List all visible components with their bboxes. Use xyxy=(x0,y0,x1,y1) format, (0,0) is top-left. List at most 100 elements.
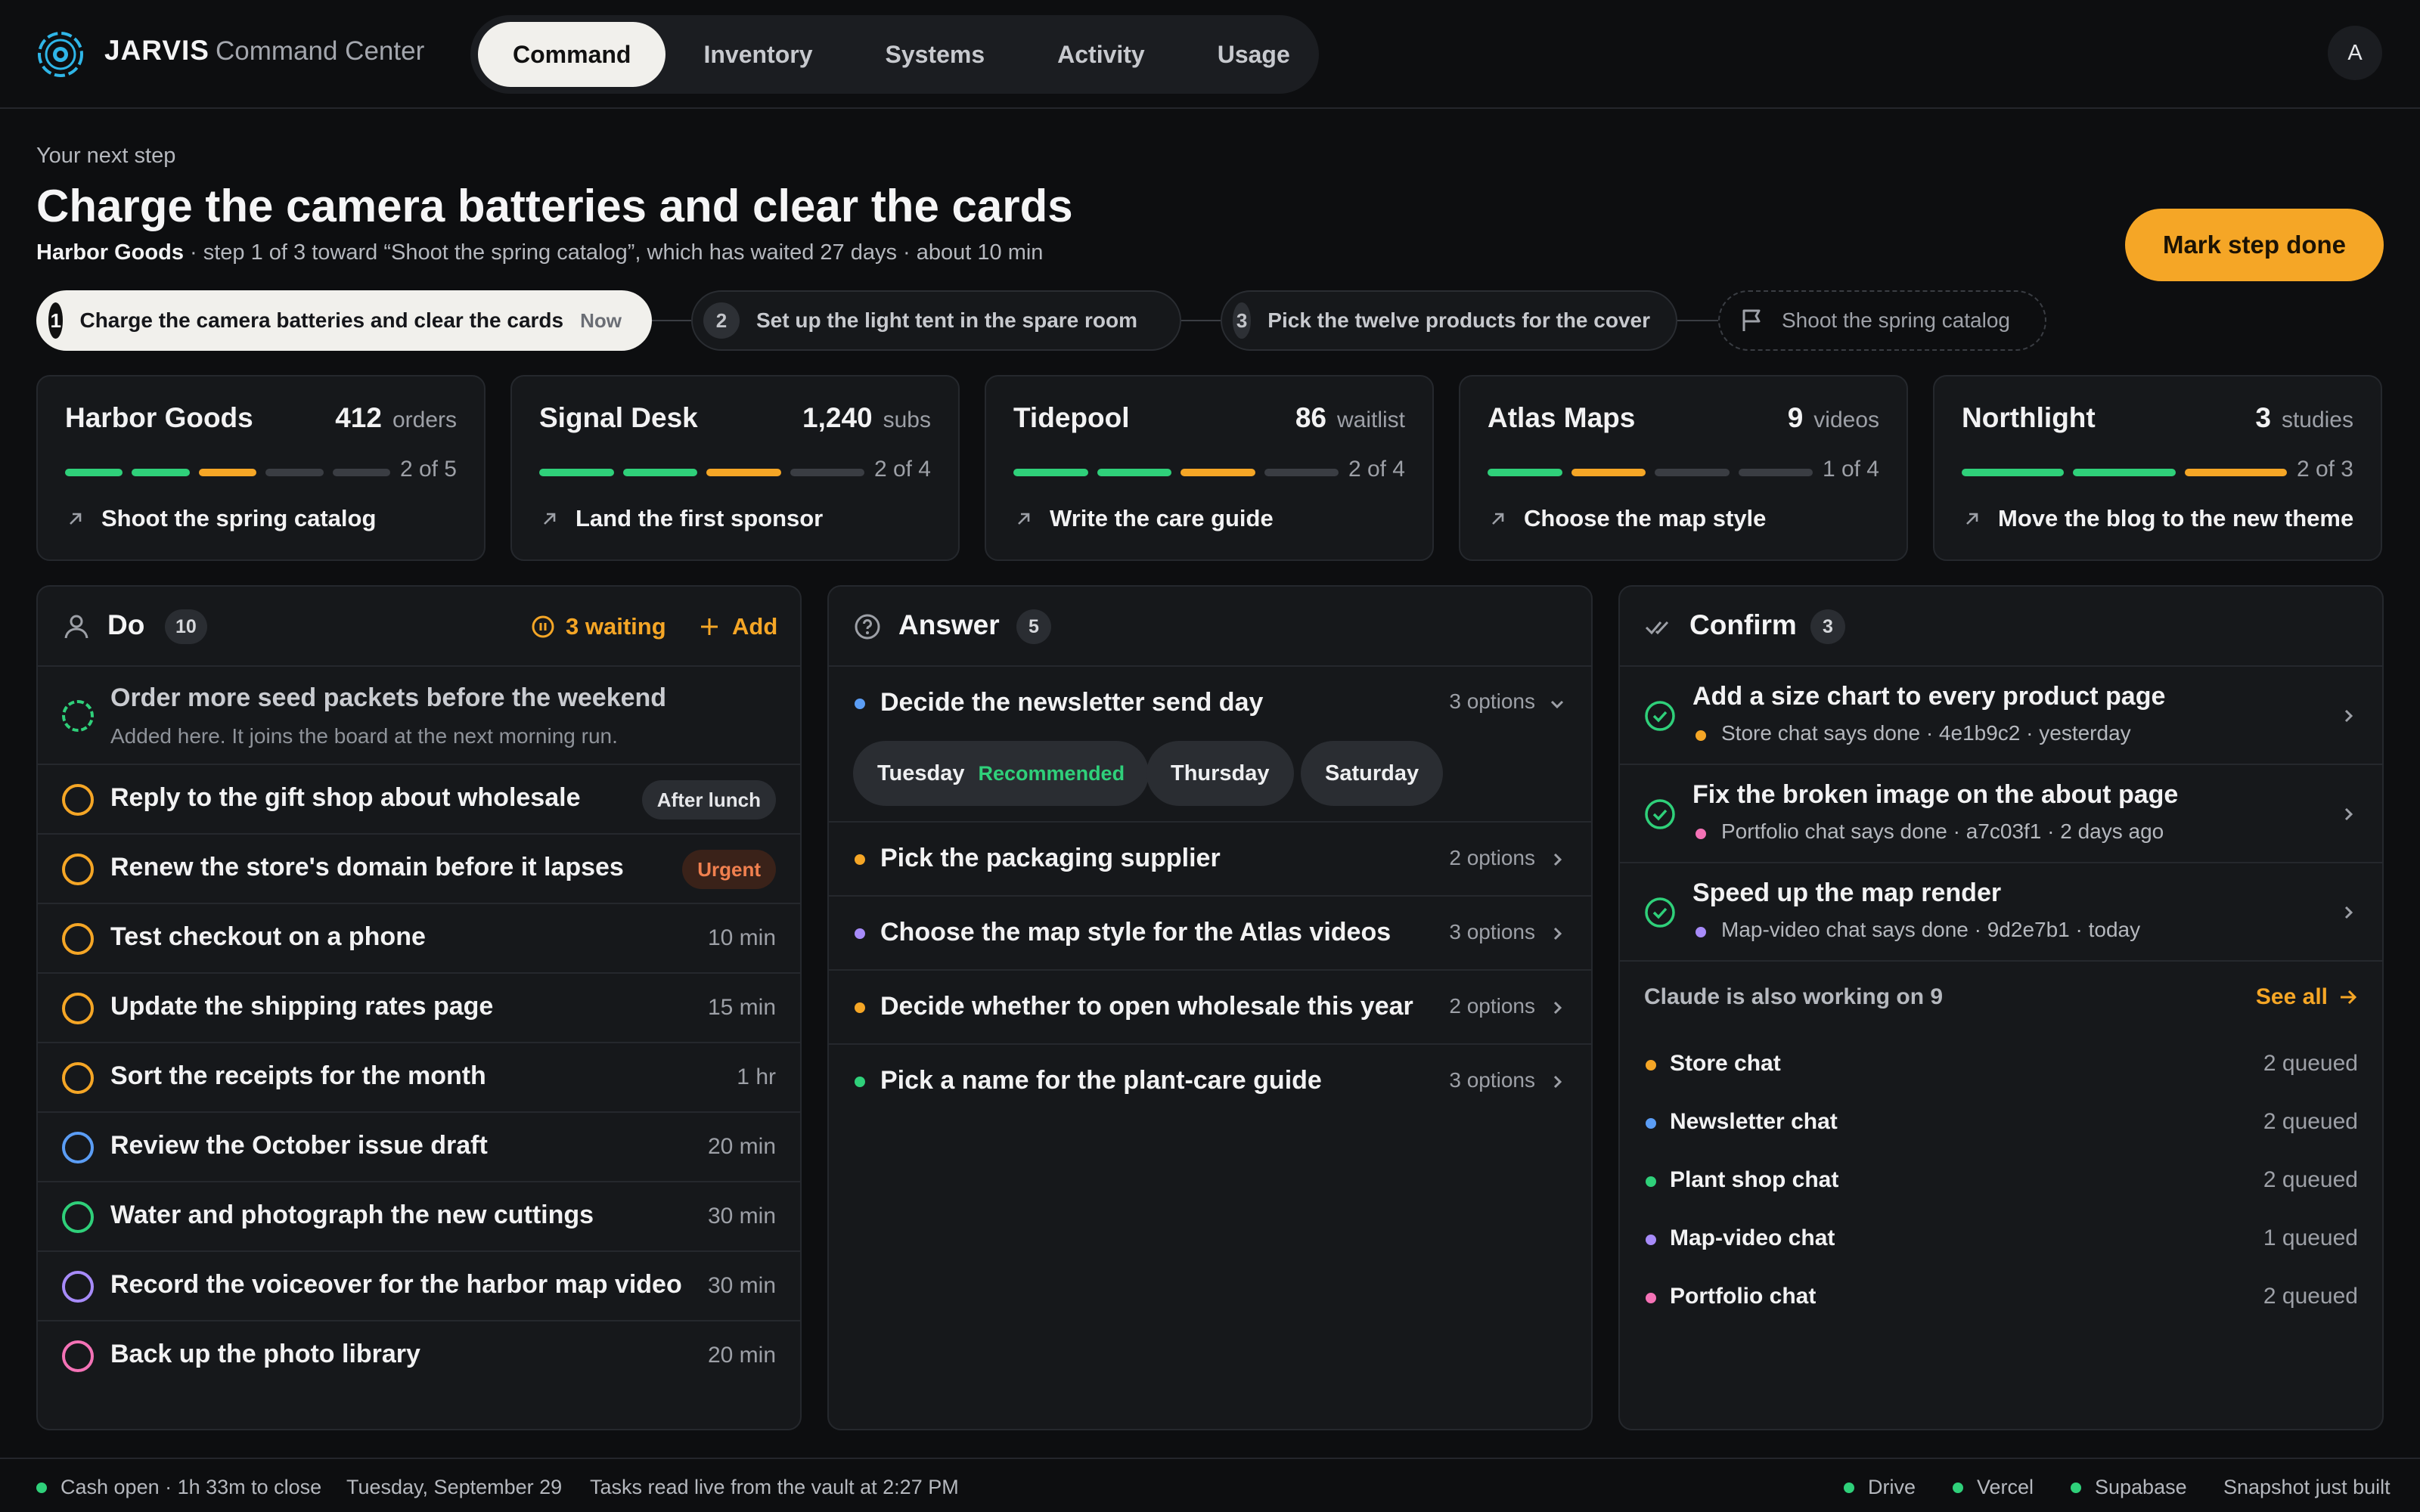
working-title: Claude is also working on 9 xyxy=(1644,984,1944,1009)
task-checkbox[interactable] xyxy=(62,923,94,955)
chevron-right-icon xyxy=(1553,853,1562,866)
project-card[interactable]: Harbor Goods 412 orders 2 of 5 Shoot the spr… xyxy=(36,375,486,561)
queued-count: 1 queued xyxy=(2263,1225,2358,1250)
chat-name: Portfolio chat xyxy=(1670,1284,1817,1309)
mark-step-done-button[interactable]: Mark step done xyxy=(2125,209,2384,281)
step-2[interactable]: 2 Set up the light tent in the spare roo… xyxy=(691,290,1181,351)
metric-unit: videos xyxy=(1813,407,1879,432)
answer-item[interactable]: Decide whether to open wholesale this ye… xyxy=(829,971,1591,1045)
task-duration: 30 min xyxy=(707,1204,776,1228)
metric-value: 412 xyxy=(335,402,382,433)
option-tuesday[interactable]: Tuesday Recommended xyxy=(853,741,1150,806)
service-supabase: Supabase xyxy=(2071,1476,2187,1499)
task-row[interactable]: Water and photograph the new cuttings 30 … xyxy=(38,1182,800,1252)
confirm-title: Confirm xyxy=(1689,609,1797,640)
project-goal[interactable]: Choose the map style xyxy=(1488,505,1766,532)
metric-value: 1,240 xyxy=(802,402,873,433)
avatar[interactable]: A xyxy=(2328,26,2382,80)
service-label: Vercel xyxy=(1977,1476,2034,1498)
task-row[interactable]: Reply to the gift shop about wholesale Af… xyxy=(38,765,800,835)
task-label: Sort the receipts for the month xyxy=(110,1061,486,1090)
step-connector xyxy=(652,320,691,321)
task-checkbox[interactable] xyxy=(62,993,94,1024)
task-checkbox[interactable] xyxy=(62,784,94,816)
confirm-item[interactable]: Fix the broken image on the about page Po… xyxy=(1620,765,2382,863)
step-number: 3 xyxy=(1233,302,1252,339)
new-task-row[interactable]: Order more seed packets before the weeke… xyxy=(38,667,800,765)
task-checkbox[interactable] xyxy=(62,1132,94,1163)
task-checkbox[interactable] xyxy=(62,854,94,885)
answer-item[interactable]: Pick the packaging supplier 2 options xyxy=(829,823,1591,897)
chat-name: Map-video chat xyxy=(1670,1225,1835,1250)
project-goal[interactable]: Move the blog to the new theme xyxy=(1962,505,2353,532)
task-row[interactable]: Record the voiceover for the harbor map … xyxy=(38,1252,800,1321)
progress-segment xyxy=(332,469,390,476)
step-3[interactable]: 3 Pick the twelve products for the cover xyxy=(1221,290,1677,351)
cash-label: Cash open · 1h 33m to close xyxy=(60,1476,322,1498)
chat-row[interactable]: Map-video chat 1 queued xyxy=(1620,1216,2382,1262)
answer-expanded-item[interactable]: Decide the newsletter send day 3 options… xyxy=(829,667,1591,823)
timing-tag: After lunch xyxy=(641,780,776,820)
answer-item[interactable]: Pick a name for the plant-care guide 3 op… xyxy=(829,1045,1591,1119)
project-card[interactable]: Northlight 3 studies 2 of 3 Move the blog to… xyxy=(1933,375,2382,561)
queued-count: 2 queued xyxy=(2263,1051,2358,1076)
task-duration: 30 min xyxy=(707,1273,776,1298)
chat-row[interactable]: Store chat 2 queued xyxy=(1620,1042,2382,1087)
project-card[interactable]: Tidepool 86 waitlist 2 of 4 Write the care g… xyxy=(985,375,1434,561)
progress-segment xyxy=(790,469,864,476)
tab-usage[interactable]: Usage xyxy=(1183,22,1325,87)
task-duration: 1 hr xyxy=(737,1064,776,1089)
project-metric: 3 studies xyxy=(2255,402,2353,434)
tab-command[interactable]: Command xyxy=(478,22,666,87)
task-checkbox[interactable] xyxy=(62,1340,94,1372)
task-label: Back up the photo library xyxy=(110,1340,420,1368)
confirm-item[interactable]: Add a size chart to every product page St… xyxy=(1620,667,2382,765)
task-row[interactable]: Back up the photo library 20 min xyxy=(38,1321,800,1391)
task-checkbox[interactable] xyxy=(62,1062,94,1094)
task-label: Water and photograph the new cuttings xyxy=(110,1201,594,1229)
project-dot xyxy=(1696,927,1706,937)
chat-name: Store chat xyxy=(1670,1051,1781,1076)
project-card[interactable]: Signal Desk 1,240 subs 2 of 4 Land the first… xyxy=(510,375,960,561)
chat-dot xyxy=(1646,1060,1656,1070)
project-card[interactable]: Atlas Maps 9 videos 1 of 4 Choose the map st… xyxy=(1459,375,1908,561)
status-dot xyxy=(1844,1482,1854,1493)
tab-inventory[interactable]: Inventory xyxy=(669,22,847,87)
metric-value: 9 xyxy=(1787,402,1804,433)
options-count: 3 options xyxy=(1449,1068,1535,1092)
progress-segment xyxy=(1962,469,2065,476)
question-label: Decide whether to open wholesale this ye… xyxy=(880,992,1413,1021)
add-task-button[interactable]: Add xyxy=(699,609,777,644)
chat-row[interactable]: Newsletter chat 2 queued xyxy=(1620,1100,2382,1145)
waiting-label: 3 waiting xyxy=(566,613,666,640)
task-checkbox[interactable] xyxy=(62,1201,94,1233)
project-goal[interactable]: Shoot the spring catalog xyxy=(65,505,376,532)
option-thursday[interactable]: Thursday xyxy=(1146,741,1294,806)
task-row[interactable]: Update the shipping rates page 15 min xyxy=(38,974,800,1043)
step-1[interactable]: 1 Charge the camera batteries and clear … xyxy=(36,290,652,351)
task-row[interactable]: Renew the store's domain before it lapse… xyxy=(38,835,800,904)
project-goal[interactable]: Write the care guide xyxy=(1013,505,1274,532)
flag-icon xyxy=(1742,309,1761,331)
waiting-filter[interactable]: 3 waiting xyxy=(531,609,666,644)
project-name: Atlas Maps xyxy=(1488,402,1636,433)
option-saturday[interactable]: Saturday xyxy=(1301,741,1444,806)
progress-segment xyxy=(1264,469,1339,476)
step-connector xyxy=(1181,320,1221,321)
answer-item[interactable]: Choose the map style for the Atlas video… xyxy=(829,897,1591,971)
see-all-link[interactable]: See all xyxy=(2256,984,2358,1010)
task-row[interactable]: Test checkout on a phone 10 min xyxy=(38,904,800,974)
tab-systems[interactable]: Systems xyxy=(850,22,1019,87)
chat-row[interactable]: Plant shop chat 2 queued xyxy=(1620,1158,2382,1204)
tab-activity[interactable]: Activity xyxy=(1022,22,1180,87)
status-dot xyxy=(1953,1482,1963,1493)
task-checkbox[interactable] xyxy=(62,1271,94,1303)
project-goal[interactable]: Land the first sponsor xyxy=(539,505,823,532)
task-row[interactable]: Review the October issue draft 20 min xyxy=(38,1113,800,1182)
task-row[interactable]: Sort the receipts for the month 1 hr xyxy=(38,1043,800,1113)
chat-row[interactable]: Portfolio chat 2 queued xyxy=(1620,1275,2382,1320)
do-count-badge: 10 xyxy=(165,609,207,644)
chevron-down-icon xyxy=(1550,700,1564,709)
confirm-item[interactable]: Speed up the map render Map-video chat sa… xyxy=(1620,863,2382,962)
goal-step[interactable]: Shoot the spring catalog xyxy=(1718,290,2046,351)
